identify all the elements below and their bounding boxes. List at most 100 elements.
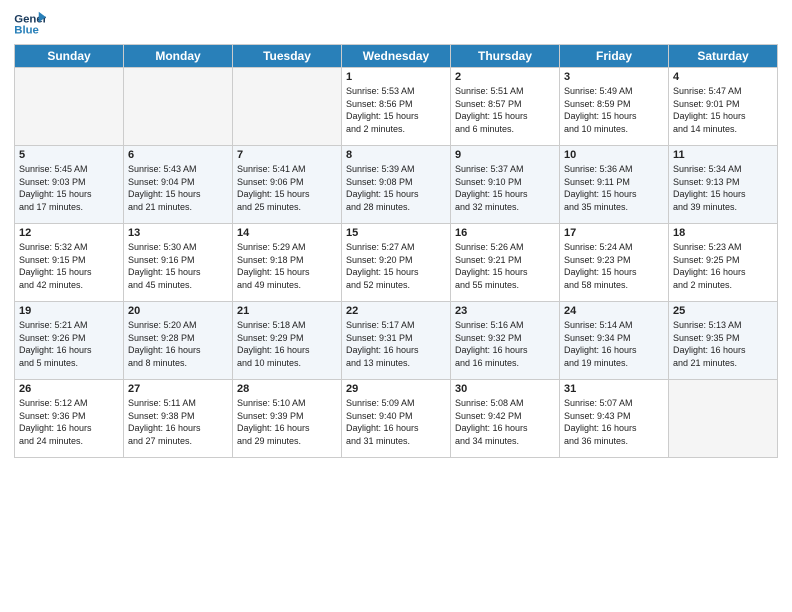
calendar-table: SundayMondayTuesdayWednesdayThursdayFrid… [14,44,778,458]
weekday-header-friday: Friday [560,45,669,68]
weekday-header-sunday: Sunday [15,45,124,68]
week-row-4: 19 Sunrise: 5:21 AM Sunset: 9:26 PM Dayli… [15,302,778,380]
day-info: Sunrise: 5:49 AM Sunset: 8:59 PM Dayligh… [564,85,664,135]
day-info: Sunrise: 5:53 AM Sunset: 8:56 PM Dayligh… [346,85,446,135]
weekday-header-thursday: Thursday [451,45,560,68]
week-row-5: 26 Sunrise: 5:12 AM Sunset: 9:36 PM Dayli… [15,380,778,458]
day-info: Sunrise: 5:16 AM Sunset: 9:32 PM Dayligh… [455,319,555,369]
day-number: 16 [455,227,555,239]
calendar-cell: 15 Sunrise: 5:27 AM Sunset: 9:20 PM Dayli… [342,224,451,302]
header: General Blue [14,10,778,38]
day-info: Sunrise: 5:47 AM Sunset: 9:01 PM Dayligh… [673,85,773,135]
weekday-header-row: SundayMondayTuesdayWednesdayThursdayFrid… [15,45,778,68]
day-info: Sunrise: 5:10 AM Sunset: 9:39 PM Dayligh… [237,397,337,447]
calendar-cell: 8 Sunrise: 5:39 AM Sunset: 9:08 PM Daylig… [342,146,451,224]
day-info: Sunrise: 5:08 AM Sunset: 9:42 PM Dayligh… [455,397,555,447]
day-info: Sunrise: 5:12 AM Sunset: 9:36 PM Dayligh… [19,397,119,447]
calendar-cell: 17 Sunrise: 5:24 AM Sunset: 9:23 PM Dayli… [560,224,669,302]
week-row-1: 1 Sunrise: 5:53 AM Sunset: 8:56 PM Daylig… [15,68,778,146]
logo: General Blue [14,10,46,38]
day-info: Sunrise: 5:39 AM Sunset: 9:08 PM Dayligh… [346,163,446,213]
calendar-cell: 4 Sunrise: 5:47 AM Sunset: 9:01 PM Daylig… [669,68,778,146]
day-info: Sunrise: 5:51 AM Sunset: 8:57 PM Dayligh… [455,85,555,135]
svg-text:Blue: Blue [14,25,39,37]
day-info: Sunrise: 5:23 AM Sunset: 9:25 PM Dayligh… [673,241,773,291]
day-info: Sunrise: 5:34 AM Sunset: 9:13 PM Dayligh… [673,163,773,213]
day-number: 1 [346,71,446,83]
day-number: 18 [673,227,773,239]
day-number: 31 [564,383,664,395]
week-row-3: 12 Sunrise: 5:32 AM Sunset: 9:15 PM Dayli… [15,224,778,302]
weekday-header-wednesday: Wednesday [342,45,451,68]
calendar-cell: 11 Sunrise: 5:34 AM Sunset: 9:13 PM Dayli… [669,146,778,224]
day-number: 7 [237,149,337,161]
day-info: Sunrise: 5:45 AM Sunset: 9:03 PM Dayligh… [19,163,119,213]
calendar-cell: 10Sunrise: 5:36 AM Sunset: 9:11 PM Dayli… [560,146,669,224]
day-number: 27 [128,383,228,395]
day-number: 29 [346,383,446,395]
weekday-header-saturday: Saturday [669,45,778,68]
calendar-cell [15,68,124,146]
calendar-cell: 21 Sunrise: 5:18 AM Sunset: 9:29 PM Dayli… [233,302,342,380]
calendar-cell: 14Sunrise: 5:29 AM Sunset: 9:18 PM Dayli… [233,224,342,302]
calendar-cell: 25 Sunrise: 5:13 AM Sunset: 9:35 PM Dayli… [669,302,778,380]
day-number: 4 [673,71,773,83]
calendar-cell: 20Sunrise: 5:20 AM Sunset: 9:28 PM Dayli… [124,302,233,380]
day-info: Sunrise: 5:26 AM Sunset: 9:21 PM Dayligh… [455,241,555,291]
day-number: 30 [455,383,555,395]
day-number: 13 [128,227,228,239]
day-info: Sunrise: 5:30 AM Sunset: 9:16 PM Dayligh… [128,241,228,291]
day-info: Sunrise: 5:20 AM Sunset: 9:28 PM Dayligh… [128,319,228,369]
day-info: Sunrise: 5:29 AM Sunset: 9:18 PM Dayligh… [237,241,337,291]
calendar-cell: 12 Sunrise: 5:32 AM Sunset: 9:15 PM Dayli… [15,224,124,302]
calendar-cell: 5Sunrise: 5:45 AM Sunset: 9:03 PM Daylig… [15,146,124,224]
day-number: 2 [455,71,555,83]
calendar-cell: 29 Sunrise: 5:09 AM Sunset: 9:40 PM Dayli… [342,380,451,458]
weekday-header-tuesday: Tuesday [233,45,342,68]
day-number: 23 [455,305,555,317]
week-row-2: 5Sunrise: 5:45 AM Sunset: 9:03 PM Daylig… [15,146,778,224]
day-info: Sunrise: 5:11 AM Sunset: 9:38 PM Dayligh… [128,397,228,447]
day-info: Sunrise: 5:18 AM Sunset: 9:29 PM Dayligh… [237,319,337,369]
day-info: Sunrise: 5:32 AM Sunset: 9:15 PM Dayligh… [19,241,119,291]
calendar-cell [669,380,778,458]
day-number: 8 [346,149,446,161]
calendar-cell: 1 Sunrise: 5:53 AM Sunset: 8:56 PM Daylig… [342,68,451,146]
day-number: 25 [673,305,773,317]
calendar-cell: 6 Sunrise: 5:43 AM Sunset: 9:04 PM Daylig… [124,146,233,224]
day-info: Sunrise: 5:24 AM Sunset: 9:23 PM Dayligh… [564,241,664,291]
day-number: 3 [564,71,664,83]
day-info: Sunrise: 5:09 AM Sunset: 9:40 PM Dayligh… [346,397,446,447]
calendar-cell: 31 Sunrise: 5:07 AM Sunset: 9:43 PM Dayli… [560,380,669,458]
day-number: 12 [19,227,119,239]
day-number: 17 [564,227,664,239]
calendar-cell: 3 Sunrise: 5:49 AM Sunset: 8:59 PM Daylig… [560,68,669,146]
day-number: 21 [237,305,337,317]
calendar-cell: 2 Sunrise: 5:51 AM Sunset: 8:57 PM Daylig… [451,68,560,146]
day-info: Sunrise: 5:27 AM Sunset: 9:20 PM Dayligh… [346,241,446,291]
calendar-cell: 24 Sunrise: 5:14 AM Sunset: 9:34 PM Dayli… [560,302,669,380]
calendar-cell: 19 Sunrise: 5:21 AM Sunset: 9:26 PM Dayli… [15,302,124,380]
day-info: Sunrise: 5:14 AM Sunset: 9:34 PM Dayligh… [564,319,664,369]
day-number: 19 [19,305,119,317]
day-number: 15 [346,227,446,239]
calendar-cell: 16 Sunrise: 5:26 AM Sunset: 9:21 PM Dayli… [451,224,560,302]
main-container: General Blue SundayMondayTuesdayWednesda… [0,0,792,468]
day-info: Sunrise: 5:36 AM Sunset: 9:11 PM Dayligh… [564,163,664,213]
calendar-cell [233,68,342,146]
day-info: Sunrise: 5:13 AM Sunset: 9:35 PM Dayligh… [673,319,773,369]
day-number: 26 [19,383,119,395]
day-number: 9 [455,149,555,161]
logo-icon: General Blue [14,10,46,38]
day-number: 6 [128,149,228,161]
day-number: 24 [564,305,664,317]
day-info: Sunrise: 5:43 AM Sunset: 9:04 PM Dayligh… [128,163,228,213]
day-info: Sunrise: 5:17 AM Sunset: 9:31 PM Dayligh… [346,319,446,369]
day-info: Sunrise: 5:07 AM Sunset: 9:43 PM Dayligh… [564,397,664,447]
day-number: 11 [673,149,773,161]
calendar-cell: 18 Sunrise: 5:23 AM Sunset: 9:25 PM Dayli… [669,224,778,302]
day-info: Sunrise: 5:21 AM Sunset: 9:26 PM Dayligh… [19,319,119,369]
calendar-cell: 22Sunrise: 5:17 AM Sunset: 9:31 PM Dayli… [342,302,451,380]
weekday-header-monday: Monday [124,45,233,68]
calendar-cell: 23 Sunrise: 5:16 AM Sunset: 9:32 PM Dayli… [451,302,560,380]
